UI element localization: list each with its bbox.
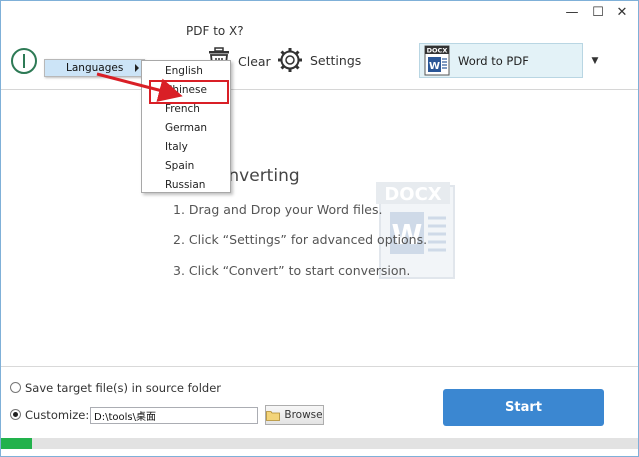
source-folder-radio[interactable]: [10, 382, 21, 393]
context-menu: Languages: [44, 59, 145, 77]
drop-area-divider: [0, 366, 639, 367]
settings-label: Settings: [310, 52, 362, 68]
language-spain[interactable]: Spain: [143, 157, 229, 175]
source-folder-label: Save target file(s) in source folder: [25, 381, 222, 395]
language-french[interactable]: French: [143, 100, 229, 118]
customize-label: Customize:: [25, 408, 90, 422]
add-icon: [11, 48, 37, 74]
maximize-button[interactable]: ☐: [587, 4, 609, 22]
language-english[interactable]: English: [143, 62, 229, 80]
start-button[interactable]: Start: [443, 389, 604, 426]
svg-text:W: W: [429, 61, 440, 72]
minimize-button[interactable]: —: [561, 4, 583, 22]
folder-icon: [266, 410, 281, 421]
docx-icon-text: DOCX: [427, 47, 448, 55]
customize-radio[interactable]: [10, 409, 21, 420]
file-drop-area[interactable]: [0, 90, 639, 366]
language-italy[interactable]: Italy: [143, 138, 229, 156]
conversion-type-select[interactable]: DOCX W Word to PDF: [419, 43, 583, 78]
window-title: PDF to X?: [186, 24, 244, 38]
docx-file-icon: DOCX W: [424, 45, 450, 76]
browse-label: Browse: [284, 409, 323, 421]
instruction-step-1: 1. Drag and Drop your Word files.: [173, 202, 383, 217]
menu-item-languages[interactable]: Languages: [45, 60, 144, 76]
language-german[interactable]: German: [143, 119, 229, 137]
settings-button[interactable]: Settings: [276, 46, 361, 74]
clear-label: Clear: [238, 53, 271, 69]
language-russian[interactable]: Russian: [143, 176, 229, 194]
progress-bar: [0, 438, 639, 449]
submenu-arrow-icon: [135, 64, 139, 72]
instruction-step-2: 2. Click “Settings” for advanced options…: [173, 232, 428, 247]
watermark-text: DOCX: [384, 184, 441, 205]
conversion-dropdown-arrow[interactable]: ▼: [585, 43, 605, 78]
browse-button[interactable]: Browse: [265, 405, 324, 425]
language-chinese[interactable]: Chinese: [143, 81, 229, 99]
gear-icon: [278, 48, 302, 72]
languages-submenu: English Chinese French German Italy Spai…: [141, 60, 231, 193]
menu-item-languages-label: Languages: [66, 62, 124, 74]
conversion-type-label: Word to PDF: [458, 53, 529, 68]
close-button[interactable]: ✕: [611, 4, 633, 22]
add-files-button[interactable]: [10, 47, 38, 75]
instruction-step-3: 3. Click “Convert” to start conversion.: [173, 263, 411, 278]
progress-fill: [0, 438, 32, 449]
output-path-input[interactable]: [90, 407, 258, 424]
